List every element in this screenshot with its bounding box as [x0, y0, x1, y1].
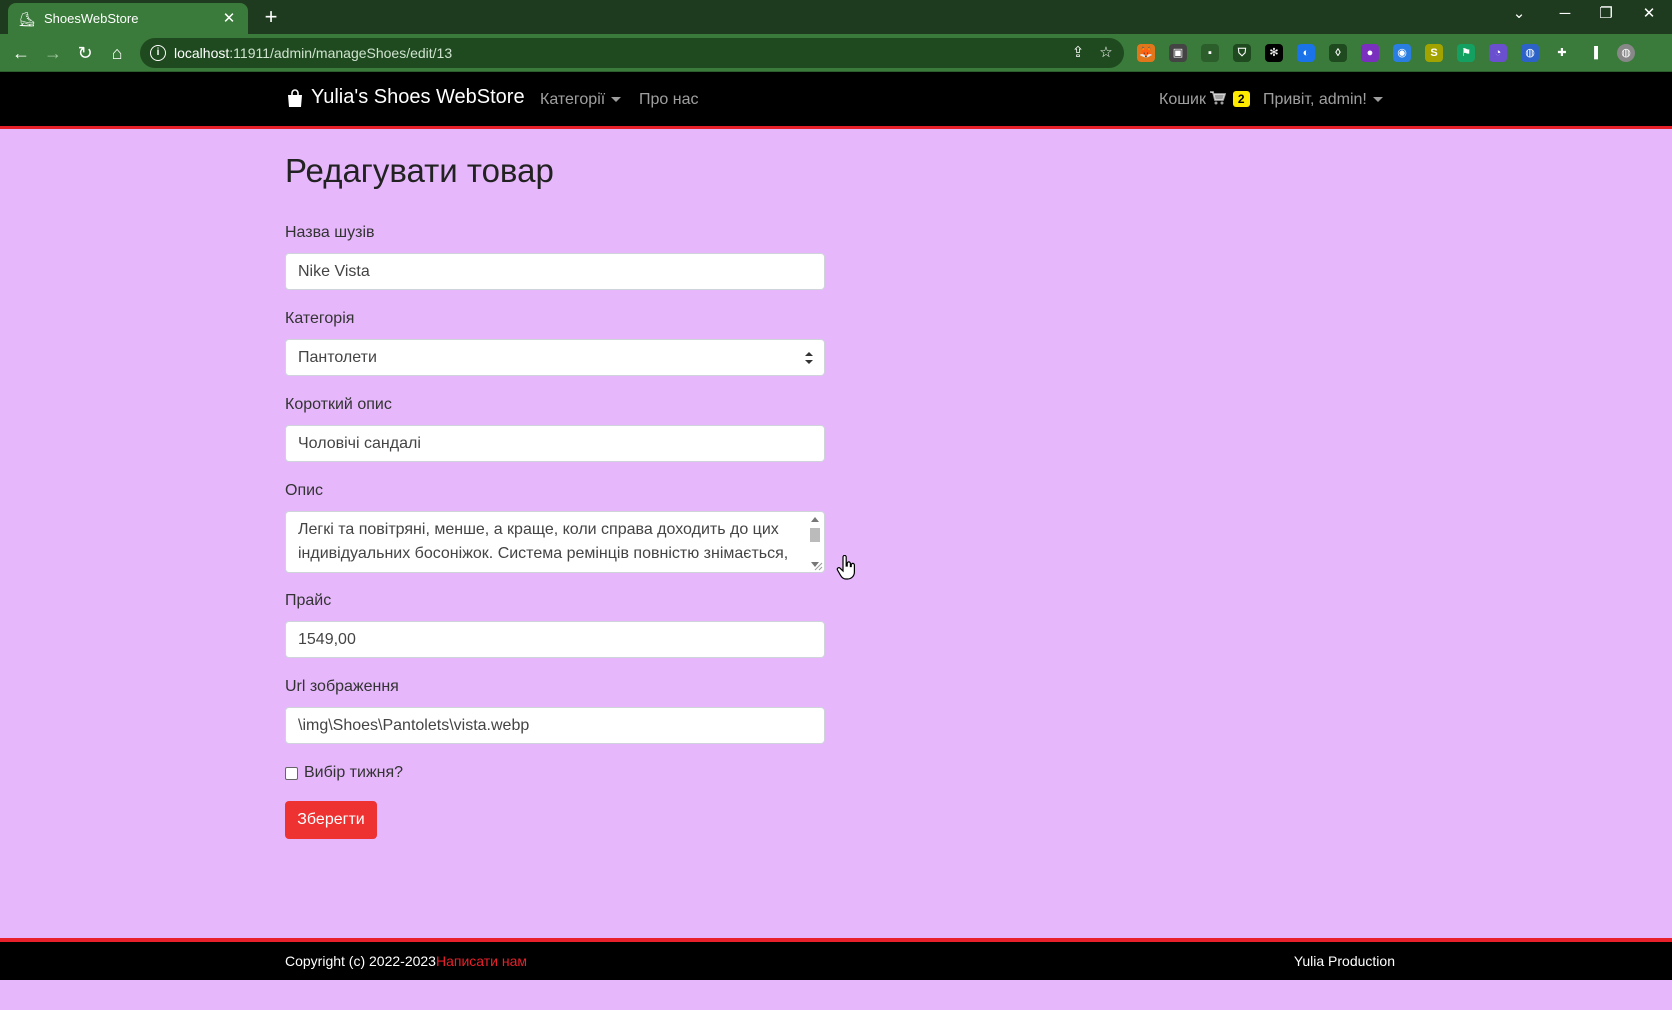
avatar[interactable]: ◍ [1617, 44, 1635, 62]
user-greeting: Привіт, admin! [1263, 91, 1367, 108]
shield-icon[interactable]: ⛉ [1233, 44, 1251, 62]
contact-us-link[interactable]: Написати нам [436, 953, 527, 969]
extension-icon[interactable]: ⚑ [1457, 44, 1475, 62]
url-path: :11911/admin/manageShoes/edit/13 [229, 45, 453, 61]
production-credit: Yulia Production [1293, 953, 1395, 969]
category-selected-value: Пантолети [298, 349, 377, 366]
extension-icon[interactable]: ◔ [1489, 44, 1507, 62]
page-title: Редагувати товар [285, 152, 554, 189]
reload-button[interactable]: ↻ [72, 40, 98, 66]
metamask-icon[interactable]: 🦊 [1137, 44, 1155, 62]
bookmark-star-icon[interactable]: ☆ [1094, 38, 1118, 68]
category-label: Категорія [285, 310, 355, 327]
share-icon[interactable]: ⇪ [1066, 38, 1090, 68]
scroll-thumb[interactable] [810, 528, 820, 542]
extension-icon[interactable]: ◐ [1297, 44, 1315, 62]
sidepanel-icon[interactable]: ▐ [1585, 44, 1603, 62]
back-button[interactable]: ← [8, 40, 34, 66]
description-text: Легкі та повітряні, менше, а краще, коли… [298, 521, 789, 562]
week-choice-row: Вибір тижня? [285, 764, 403, 782]
copyright-text: Copyright (c) 2022-2023 [285, 953, 436, 969]
site-footer: Copyright (c) 2022-2023Написати нам Yuli… [0, 938, 1672, 980]
browser-tab[interactable]: ⛸ ShoesWebStore ✕ [8, 3, 248, 34]
shopping-bag-icon [288, 88, 302, 107]
browser-toolbar: ← → ↻ ⌂ i localhost:11911/admin/manageSh… [0, 34, 1672, 72]
cart-link[interactable]: Кошик 2 [1159, 91, 1250, 109]
extension-icon[interactable]: ✻ [1265, 44, 1283, 62]
minimize-button[interactable]: ─ [1542, 0, 1588, 30]
chevron-down-icon [1372, 97, 1383, 103]
image-url-label: Url зображення [285, 678, 399, 695]
tab-title: ShoesWebStore [44, 11, 139, 26]
address-bar[interactable]: i localhost:11911/admin/manageShoes/edit… [140, 38, 1124, 68]
cart-icon [1210, 91, 1227, 105]
forward-button[interactable]: → [40, 40, 66, 66]
hand-cursor-icon [836, 555, 855, 580]
short-description-input[interactable]: Чоловічі сандалі [285, 425, 825, 462]
chevron-down-icon [611, 97, 622, 103]
name-input[interactable]: Nike Vista [285, 253, 825, 290]
nav-about-link[interactable]: Про нас [639, 91, 698, 109]
home-button[interactable]: ⌂ [104, 40, 130, 66]
price-input[interactable]: 1549,00 [285, 621, 825, 658]
image-url-input[interactable]: \img\Shoes\Pantolets\vista.webp [285, 707, 825, 744]
close-tab-icon[interactable]: ✕ [220, 10, 238, 28]
select-arrows-icon [805, 352, 813, 364]
price-label: Прайс [285, 592, 332, 609]
description-textarea[interactable]: Легкі та повітряні, менше, а краще, коли… [285, 511, 825, 573]
week-choice-checkbox[interactable] [285, 766, 298, 780]
cart-count-badge: 2 [1232, 91, 1250, 107]
extension-icon[interactable]: ▪ [1201, 44, 1219, 62]
short-description-label: Короткий опис [285, 396, 392, 413]
url-host: localhost [174, 45, 230, 61]
extension-icon[interactable]: ◉ [1393, 44, 1411, 62]
category-select[interactable]: Пантолети [285, 339, 825, 376]
cart-label: Кошик [1159, 91, 1206, 108]
restore-button[interactable]: ❐ [1588, 0, 1624, 30]
nav-categories-dropdown[interactable]: Категорії [540, 91, 622, 109]
extension-icon[interactable]: ● [1361, 44, 1379, 62]
resize-handle-icon[interactable] [813, 561, 823, 571]
new-tab-button[interactable]: + [259, 5, 283, 29]
footer-copyright-row: Copyright (c) 2022-2023Написати нам [285, 953, 527, 969]
nav-categories-label: Категорії [540, 91, 606, 108]
shoe-favicon-icon: ⛸ [18, 10, 36, 27]
user-menu-dropdown[interactable]: Привіт, admin! [1263, 91, 1383, 109]
site-info-icon[interactable]: i [150, 45, 166, 61]
save-button[interactable]: Зберегти [285, 801, 377, 839]
extension-icon[interactable]: S [1425, 44, 1443, 62]
tab-search-icon[interactable]: ⌄ [1496, 0, 1542, 30]
browser-tab-bar: ⛸ ShoesWebStore ✕ + ⌄ ─ ❐ ✕ [0, 0, 1672, 34]
drop-icon[interactable]: ◊ [1329, 44, 1347, 62]
description-label: Опис [285, 482, 324, 499]
brand-link[interactable]: Yulia's Shoes WebStore [285, 86, 525, 109]
name-label: Назва шузів [285, 224, 375, 241]
puzzle-icon[interactable]: ✚ [1553, 44, 1571, 62]
extension-icon[interactable]: ▣ [1169, 44, 1187, 62]
site-navbar: Yulia's Shoes WebStore Категорії Про нас… [0, 72, 1672, 129]
week-choice-label: Вибір тижня? [304, 764, 404, 781]
scroll-up-icon[interactable] [811, 517, 819, 522]
extension-icon[interactable]: ◍ [1521, 44, 1539, 62]
brand-name: Yulia's Shoes WebStore [311, 86, 525, 108]
window-close-button[interactable]: ✕ [1626, 0, 1672, 30]
